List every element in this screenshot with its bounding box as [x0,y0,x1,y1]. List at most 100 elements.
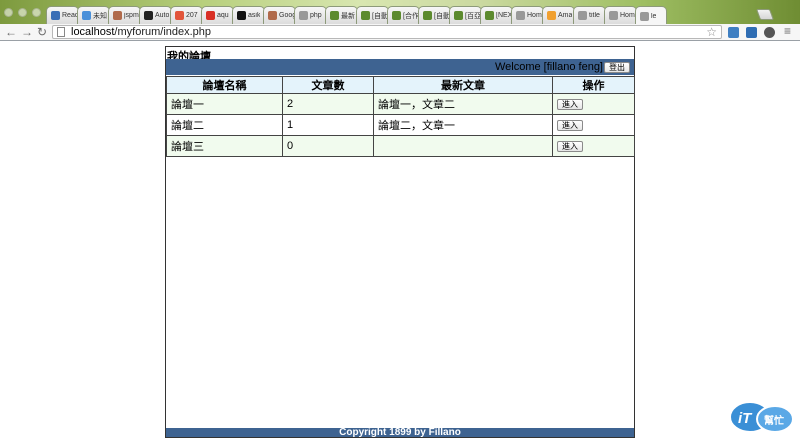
svg-text:iT: iT [738,410,753,427]
table-row: 論壇一 2 論壇一，文章二 進入 [166,93,635,115]
user-bar: Welcome [fillano feng] 登出 [166,59,634,75]
window-close-button[interactable] [4,8,13,17]
browser-tab[interactable]: title [573,6,606,24]
page-icon [299,11,308,20]
tab-title: Auto [155,12,170,19]
new-tab-button[interactable] [755,9,775,20]
tab-title: 最新 [341,12,355,20]
tab-title: Ama [558,12,573,19]
tab-title: Read [62,12,78,19]
tab-title: 未知 [93,12,107,20]
extension-icon[interactable] [764,27,775,38]
header-post-count: 文章數 [282,76,374,94]
browser-tab[interactable]: [NEX [480,6,513,24]
browser-tab[interactable]: 未知 [77,6,110,24]
browser-toolbar: ← → ↻ localhost/myforum/index.php ☆ ≡ [0,24,800,41]
browser-tab[interactable]: 最新 [325,6,358,24]
home-icon [51,11,60,20]
browser-tab[interactable]: Goog [263,6,296,24]
globe-icon [268,11,277,20]
action-cell: 進入 [552,135,635,157]
post-count: 0 [282,135,374,157]
url-host: localhost [71,26,115,38]
reload-icon[interactable]: ↻ [37,25,47,39]
table-header-row: 論壇名稱 文章數 最新文章 操作 [166,76,635,94]
app-icon [144,11,153,20]
tab-title: [自動 [434,12,450,20]
forum-page: 我的論壇 Welcome [fillano feng] 登出 論壇名稱 文章數 … [165,46,635,438]
browser-tabstrip: Read 未知 jspm Auto 207 aqu asik Goog php 最新 [自動 [合作 [… [0,0,800,25]
tab-title: Hom [527,12,542,19]
page-footer: Copyright 1899 by Fillano [166,428,634,437]
forum-name: 論壇三 [166,135,283,157]
leaf-icon [485,11,494,20]
enter-forum-button[interactable]: 進入 [557,141,583,152]
forward-arrow-icon[interactable]: → [21,25,33,39]
extension-icon[interactable] [728,27,739,38]
window-minimize-button[interactable] [18,8,27,17]
forum-name: 論壇二 [166,114,283,136]
browser-tab[interactable]: [百亞 [449,6,482,24]
github-icon [237,11,246,20]
tab-title: php [310,12,322,19]
browser-tab[interactable]: php [294,6,327,24]
menu-icon[interactable]: ≡ [784,24,791,38]
svg-text:幫忙: 幫忙 [764,414,784,427]
browser-tab[interactable]: [自動 [418,6,451,24]
browser-tab[interactable]: aqu [201,6,234,24]
latest-post: 論壇一，文章二 [373,93,553,115]
header-actions: 操作 [552,76,635,94]
browser-tab[interactable]: Read [46,6,79,24]
browser-tab[interactable]: jspm [108,6,141,24]
tab-title: [NEX [496,12,512,19]
header-latest-post: 最新文章 [373,76,553,94]
page-icon [82,11,91,20]
page-icon [516,11,525,20]
browser-tab[interactable]: Hom [604,6,637,24]
action-cell: 進入 [552,93,635,115]
tab-title: [合作 [403,12,419,20]
browser-tab[interactable]: Hom [511,6,544,24]
address-bar[interactable]: localhost/myforum/index.php ☆ [52,25,722,39]
tab-title: [百亞 [465,12,481,20]
p-icon [175,11,184,20]
window-zoom-button[interactable] [32,8,41,17]
browser-tab[interactable]: [合作 [387,6,420,24]
leaf-icon [330,11,339,20]
browser-tab[interactable]: le [635,6,667,25]
amazon-icon [547,11,556,20]
tab-title: jspm [124,12,139,19]
page-icon [578,11,587,20]
table-row: 論壇三 0 進入 [166,135,635,157]
table-row: 論壇二 1 論壇二，文章一 進入 [166,114,635,136]
tab-list: Read 未知 jspm Auto 207 aqu asik Goog php 最新 [自動 [合作 [… [46,6,667,25]
tab-title: aqu [217,12,229,19]
welcome-text: Welcome [fillano feng] [494,61,603,73]
post-count: 2 [282,93,374,115]
browser-tab[interactable]: Auto [139,6,172,24]
enter-forum-button[interactable]: 進入 [557,99,583,110]
tab-title: [自動 [372,12,388,20]
bookmark-star-icon[interactable]: ☆ [706,25,717,39]
globe-icon [113,11,122,20]
tab-title: title [589,12,600,19]
copyright-text: Copyright 1899 by Fillano [339,428,461,437]
back-arrow-icon[interactable]: ← [5,25,17,39]
browser-tab[interactable]: asik [232,6,265,24]
leaf-icon [361,11,370,20]
action-cell: 進入 [552,114,635,136]
browser-tab[interactable]: [自動 [356,6,389,24]
leaf-icon [392,11,401,20]
browser-tab[interactable]: 207 [170,6,203,24]
page-icon [57,27,65,37]
post-count: 1 [282,114,374,136]
ithome-logo: iT 幫忙 [729,401,794,433]
extension-icon[interactable] [746,27,757,38]
window-controls [4,8,41,17]
browser-tab[interactable]: Ama [542,6,575,24]
enter-forum-button[interactable]: 進入 [557,120,583,131]
header-forum-name: 論壇名稱 [166,76,283,94]
logout-button[interactable]: 登出 [604,62,630,73]
tab-title: 207 [186,12,198,19]
latest-post: 論壇二，文章一 [373,114,553,136]
